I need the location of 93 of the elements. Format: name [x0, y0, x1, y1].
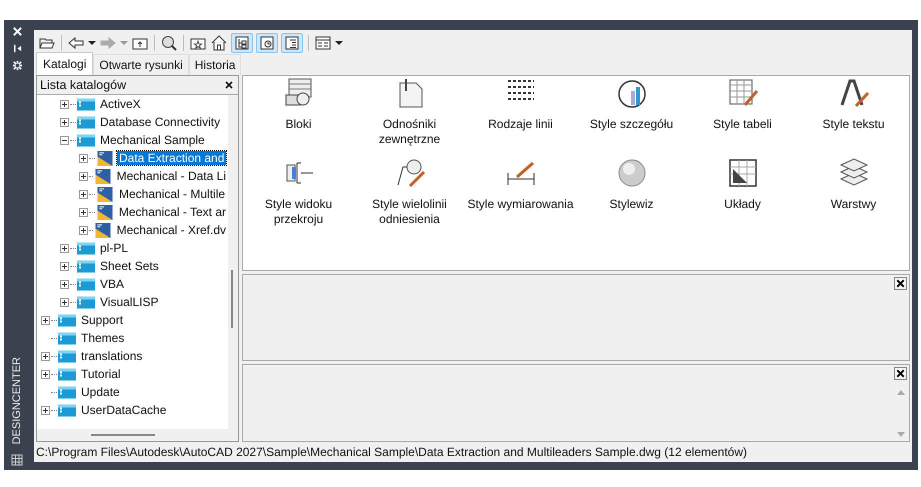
item-label[interactable]: Style szczegółu [590, 117, 674, 132]
item-label[interactable]: Warstwy [830, 197, 876, 212]
tree-item[interactable]: Data Extraction and [117, 151, 226, 165]
status-bar-path: C:\Program Files\Autodesk\AutoCAD 2027\Sample\Mechanical Sample\Data Extraction and Multileaders Sample.dwg (12 elementów) [36, 444, 748, 461]
panel-title: Lista katalogów [40, 78, 126, 92]
expander-icon[interactable] [60, 244, 69, 252]
expander-icon[interactable] [41, 316, 50, 324]
folder-icon [77, 114, 95, 130]
expander-icon[interactable] [41, 370, 50, 378]
settings-icon[interactable] [12, 60, 22, 71]
tree-item[interactable]: Mechanical - Data Li [114, 169, 228, 183]
expander-icon[interactable] [60, 298, 69, 306]
drawing-file-icon [96, 186, 114, 202]
tree-item[interactable]: Sheet Sets [98, 259, 161, 273]
tab[interactable]: Otwarte rysunki [93, 54, 189, 75]
tree-item[interactable]: Database Connectivity [98, 115, 222, 129]
tree-item[interactable]: pl-PL [98, 241, 130, 255]
tab[interactable]: Katalogi [36, 52, 94, 75]
expander-icon[interactable] [79, 226, 88, 234]
brush-icon[interactable] [838, 77, 870, 109]
item-label[interactable]: Style wymiarowania [467, 197, 574, 212]
tree-item[interactable]: Themes [79, 331, 126, 345]
item-label[interactable]: Style tabeli [713, 117, 772, 132]
expander-icon[interactable] [41, 352, 50, 360]
tree-item[interactable]: Mechanical - Text ar [116, 205, 228, 219]
list-view-icon[interactable] [314, 34, 332, 52]
layout-grid-icon[interactable] [726, 157, 758, 189]
folder-icon [77, 132, 95, 148]
preview-toggle[interactable] [256, 33, 278, 53]
drawing-file-icon [96, 150, 114, 166]
tab[interactable]: Historia [188, 54, 242, 75]
folder-icon [58, 402, 76, 418]
scrollbar-thumb[interactable] [91, 434, 155, 436]
tree-item[interactable]: Mechanical - Multile [117, 187, 228, 201]
folder-icon [58, 348, 76, 364]
close-icon[interactable] [894, 366, 907, 380]
folder-icon [77, 294, 95, 310]
item-label[interactable]: Rodzaje linii [488, 117, 553, 132]
item-label[interactable]: Style widoku przekroju [243, 197, 354, 227]
tree-item[interactable]: Update [79, 385, 122, 399]
search-icon[interactable] [160, 34, 178, 52]
caret-icon[interactable] [88, 39, 96, 47]
description-toggle[interactable] [281, 33, 303, 53]
tree-icon [234, 35, 250, 51]
expander-icon[interactable] [41, 406, 50, 414]
tree-item[interactable]: VBA [98, 277, 126, 291]
description-icon [284, 35, 300, 51]
expander-icon[interactable] [79, 208, 88, 216]
item-label[interactable]: Układy [724, 197, 761, 212]
folder-icon [58, 384, 76, 400]
tree-item[interactable]: VisualLISP [98, 295, 160, 309]
preview-icon [259, 35, 275, 51]
expander-icon[interactable] [60, 136, 69, 144]
item-label[interactable]: Bloki [285, 117, 312, 132]
close-icon[interactable] [224, 80, 234, 90]
expander-icon[interactable] [60, 100, 69, 108]
scrollbar-thumb[interactable] [231, 270, 233, 328]
back-arrow-icon[interactable] [67, 34, 85, 52]
expander-icon[interactable] [79, 190, 88, 198]
folder-icon [77, 276, 95, 292]
table-brush-icon[interactable] [726, 77, 758, 109]
caret-icon[interactable] [335, 39, 343, 47]
folder-icon [77, 240, 95, 256]
expander-icon[interactable] [60, 118, 69, 126]
drawing-file-icon [94, 168, 112, 184]
expander-icon[interactable] [79, 154, 88, 162]
drawing-file-icon [96, 204, 114, 220]
item-label[interactable]: Odnośniki zewnętrzne [354, 117, 465, 147]
tree-item[interactable]: Mechanical Sample [98, 133, 207, 147]
tree-item[interactable]: translations [79, 349, 144, 363]
expander-icon[interactable] [60, 280, 69, 288]
item-label[interactable]: Stylewiz [609, 197, 654, 212]
folder-icon [58, 366, 76, 382]
tree-item[interactable]: Tutorial [79, 367, 123, 381]
tree-item[interactable]: Mechanical - Xref.dv [114, 223, 228, 237]
folder-icon [58, 330, 76, 346]
tree-view-toggle[interactable] [231, 33, 253, 53]
sphere-icon[interactable] [616, 157, 648, 189]
tree-item[interactable]: Support [79, 313, 126, 327]
item-label[interactable]: Style tekstu [822, 117, 885, 132]
item-label[interactable]: Style wielolinii odniesienia [354, 197, 465, 227]
expander-icon[interactable] [60, 262, 69, 270]
tree-item[interactable]: ActiveX [98, 97, 143, 111]
palette-title: DESIGNCENTER [11, 356, 23, 444]
tree-item[interactable]: UserDataCache [79, 403, 168, 417]
auto-hide-icon[interactable] [12, 43, 22, 54]
folder-icon [58, 312, 76, 328]
drawing-file-icon [94, 222, 112, 238]
expander-icon[interactable] [79, 172, 88, 180]
home-icon[interactable] [210, 34, 228, 52]
close-icon[interactable] [894, 277, 907, 290]
folder-icon [77, 258, 95, 274]
grid-icon[interactable] [11, 454, 23, 466]
